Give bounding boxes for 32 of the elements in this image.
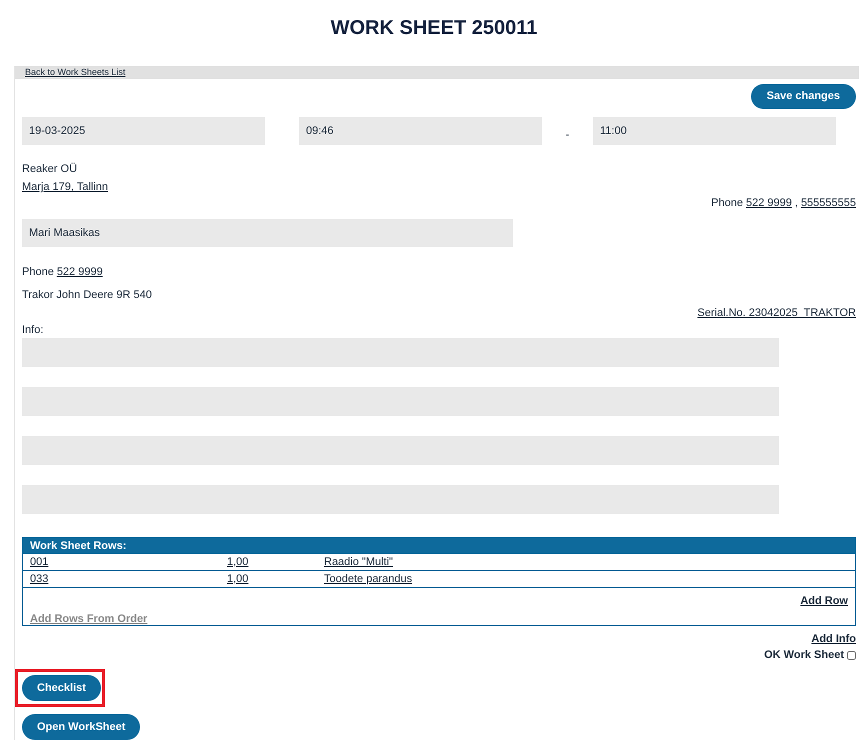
back-link[interactable]: Back to Work Sheets List (25, 66, 126, 80)
time-separator: - (564, 128, 570, 143)
phone-label: Phone (711, 196, 743, 211)
end-time-field[interactable]: 11:00 (593, 117, 836, 145)
table-title: Work Sheet Rows: (30, 538, 126, 554)
address-link[interactable]: Marja 179, Tallinn (22, 181, 108, 193)
info-label: Info: (22, 323, 44, 334)
serial-link[interactable]: Serial.No. 23042025 TRAKTOR (697, 305, 856, 317)
phone-label: Phone (22, 265, 54, 276)
ok-label: OK Work Sheet (764, 648, 844, 663)
save-button[interactable]: Save changes (750, 84, 856, 109)
row-name-link[interactable]: Toodete parandus (324, 570, 412, 588)
phone-link[interactable]: 522 9999 (746, 194, 792, 212)
client-name: Reaker OÜ (22, 162, 78, 173)
phone-separator: , (794, 196, 798, 211)
row-name-link[interactable]: Raadio "Multi" (324, 554, 393, 570)
action-button[interactable]: Open WorkSheet (22, 714, 140, 740)
start-time-field[interactable]: 09:46 (299, 117, 542, 145)
phone-link[interactable]: 522 9999 (56, 264, 103, 276)
action-button[interactable]: Checklist (22, 675, 101, 701)
ok-checkbox[interactable] (847, 650, 856, 660)
device-name: Trakor John Deere 9R 540 (22, 288, 153, 299)
add-info-link[interactable]: Add Info (811, 631, 856, 643)
contact-field[interactable]: Mari Maasikas (22, 219, 513, 247)
add-row-link[interactable]: Add Row (800, 593, 848, 605)
row-quantity-link[interactable]: 1,00 (227, 556, 248, 568)
date-field[interactable]: 19-03-2025 (22, 117, 265, 145)
row-code-link[interactable]: 033 (30, 572, 48, 585)
row-quantity-link[interactable]: 1,00 (227, 572, 248, 585)
phone-link[interactable]: 555555555 (800, 194, 856, 212)
row-code-link[interactable]: 001 (30, 556, 48, 568)
page-title: WORK SHEET 250011 (330, 16, 538, 41)
